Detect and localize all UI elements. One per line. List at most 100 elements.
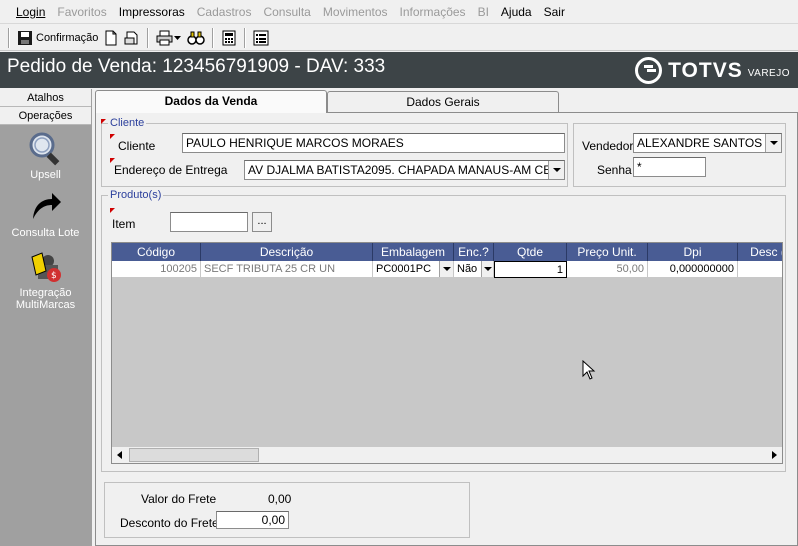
totvs-logo: TOTVS VAREJO bbox=[635, 57, 790, 84]
totais-group: Valor do Frete 0,00 Desconto do Frete 0,… bbox=[104, 482, 470, 538]
senha-label: Senha bbox=[597, 163, 632, 177]
column-header-qtde[interactable]: Qtde bbox=[494, 243, 567, 261]
chevron-down-icon[interactable] bbox=[481, 261, 493, 277]
desconto-frete-input[interactable]: 0,00 bbox=[216, 511, 289, 529]
cliente-label: Cliente bbox=[118, 139, 156, 153]
print-button[interactable] bbox=[153, 27, 184, 49]
left-sidebar: Atalhos Operações Upsell Consulta Lote $… bbox=[0, 89, 92, 546]
binoculars-icon bbox=[187, 31, 206, 45]
menu-cadastros[interactable]: Cadastros bbox=[191, 0, 258, 24]
sidebar-item-consulta-lote[interactable]: Consulta Lote bbox=[0, 189, 91, 239]
toolbar-separator bbox=[147, 27, 150, 48]
desconto-frete-label: Desconto do Frete bbox=[120, 516, 219, 530]
list-button[interactable] bbox=[250, 27, 272, 49]
vendedor-group: Vendedor ALEXANDRE SANTOS FF Senha * bbox=[573, 123, 786, 187]
enc-value: Não bbox=[457, 263, 478, 275]
item-label: Item bbox=[112, 217, 136, 231]
cell-descricao: SECF TRIBUTA 25 CR UN bbox=[201, 261, 373, 278]
vendedor-value: ALEXANDRE SANTOS FF bbox=[637, 136, 781, 150]
required-marker bbox=[110, 208, 115, 213]
chevron-down-icon[interactable] bbox=[548, 161, 564, 179]
calculator-button[interactable] bbox=[218, 27, 240, 49]
menu-favoritos[interactable]: Favoritos bbox=[51, 0, 112, 24]
confirm-button[interactable]: Confirmação bbox=[14, 27, 101, 49]
tab-content: Cliente Cliente PAULO HENRIQUE MARCOS MO… bbox=[95, 112, 798, 546]
menu-bi[interactable]: BI bbox=[472, 0, 495, 24]
toolbar-separator bbox=[244, 27, 247, 48]
column-header-enc[interactable]: Enc.? bbox=[454, 243, 494, 261]
totvs-logo-icon bbox=[635, 57, 663, 84]
sidebar-item-upsell[interactable]: Upsell bbox=[0, 131, 91, 181]
list-icon bbox=[253, 30, 269, 45]
tab-dados-gerais[interactable]: Dados Gerais bbox=[327, 91, 559, 113]
toolbar-separator bbox=[8, 27, 10, 48]
horizontal-scrollbar[interactable] bbox=[112, 446, 782, 463]
menu-ajuda[interactable]: Ajuda bbox=[495, 0, 538, 24]
column-header-codigo[interactable]: Código bbox=[112, 243, 201, 261]
column-header-dpi[interactable]: Dpi bbox=[648, 243, 738, 261]
cell-codigo: 100205 bbox=[112, 261, 201, 278]
page-title: Pedido de Venda: 123456791909 - DAV: 333 bbox=[7, 56, 386, 77]
dropdown-arrow-icon bbox=[174, 35, 182, 40]
calculator-icon bbox=[222, 30, 236, 45]
endereco-select[interactable]: AV DJALMA BATISTA2095. CHAPADA MANAUS-AM… bbox=[244, 160, 565, 180]
printer-icon bbox=[156, 30, 173, 45]
valor-frete-label: Valor do Frete bbox=[141, 492, 217, 506]
cell-desc: 0 bbox=[738, 261, 782, 278]
sidebar-tab-operacoes[interactable]: Operações bbox=[0, 107, 91, 125]
logo-subtitle: VAREJO bbox=[747, 67, 790, 79]
cell-enc[interactable]: Não bbox=[454, 261, 494, 278]
menu-sair[interactable]: Sair bbox=[538, 0, 571, 24]
toolbar-separator bbox=[212, 27, 215, 48]
item-input[interactable] bbox=[170, 212, 248, 232]
required-marker bbox=[110, 134, 115, 139]
column-header-embalagem[interactable]: Embalagem bbox=[373, 243, 454, 261]
curved-arrow-icon bbox=[32, 193, 61, 219]
column-header-descricao[interactable]: Descrição bbox=[201, 243, 373, 261]
item-lookup-button[interactable]: ... bbox=[252, 212, 272, 232]
preview-button[interactable] bbox=[121, 27, 143, 49]
column-header-preco-unit[interactable]: Preço Unit. bbox=[567, 243, 648, 261]
chevron-down-icon[interactable] bbox=[765, 134, 781, 152]
menu-login-label: Login bbox=[16, 4, 46, 19]
menu-impressoras[interactable]: Impressoras bbox=[113, 0, 191, 24]
toolbar: Confirmação bbox=[0, 25, 798, 51]
new-document-button[interactable] bbox=[101, 27, 121, 49]
scrollbar-thumb[interactable] bbox=[129, 448, 259, 462]
produtos-group-label: Produto(s) bbox=[108, 188, 164, 202]
cliente-group-label: Cliente bbox=[108, 116, 147, 130]
vendedor-label: Vendedor bbox=[582, 139, 634, 153]
cliente-input[interactable]: PAULO HENRIQUE MARCOS MORAES bbox=[182, 133, 565, 153]
scroll-right-icon[interactable] bbox=[766, 447, 782, 463]
sidebar-operations-panel: Upsell Consulta Lote $ Integração MultiM… bbox=[0, 125, 91, 546]
tab-dados-da-venda[interactable]: Dados da Venda bbox=[95, 90, 327, 113]
floppy-disk-icon bbox=[18, 30, 32, 45]
sidebar-item-label: Consulta Lote bbox=[11, 227, 80, 239]
valor-frete-value: 0,00 bbox=[268, 492, 292, 506]
find-button[interactable] bbox=[184, 27, 208, 49]
cell-dpi: 0,000000000 bbox=[648, 261, 738, 278]
menu-login[interactable]: Login bbox=[10, 0, 51, 24]
sidebar-item-label: Integração MultiMarcas bbox=[15, 287, 76, 311]
cell-embalagem[interactable]: PC0001PC bbox=[373, 261, 454, 278]
required-marker bbox=[101, 119, 106, 124]
cliente-group: Cliente Cliente PAULO HENRIQUE MARCOS MO… bbox=[101, 116, 568, 187]
menu-bar: Login Favoritos Impressoras Cadastros Co… bbox=[0, 0, 798, 24]
senha-input[interactable]: * bbox=[633, 157, 706, 177]
menu-consulta[interactable]: Consulta bbox=[257, 0, 316, 24]
cell-qtde[interactable]: 1 bbox=[494, 261, 567, 278]
svg-text:$: $ bbox=[51, 271, 57, 281]
confirm-button-label: Confirmação bbox=[36, 31, 99, 44]
sidebar-tab-atalhos[interactable]: Atalhos bbox=[0, 89, 91, 107]
menu-movimentos[interactable]: Movimentos bbox=[317, 0, 394, 24]
print-preview-icon bbox=[124, 31, 138, 44]
vendedor-select[interactable]: ALEXANDRE SANTOS FF bbox=[633, 133, 782, 153]
chevron-down-icon[interactable] bbox=[439, 261, 453, 277]
menu-informacoes[interactable]: Informações bbox=[394, 0, 472, 24]
magnifier-icon bbox=[29, 132, 59, 166]
endereco-value: AV DJALMA BATISTA2095. CHAPADA MANAUS-AM… bbox=[248, 163, 565, 177]
column-header-desc[interactable]: Desc ( bbox=[738, 243, 782, 261]
table-row[interactable]: 100205 SECF TRIBUTA 25 CR UN PC0001PC Nã… bbox=[112, 261, 782, 278]
sidebar-item-integracao-multimarcas[interactable]: $ Integração MultiMarcas bbox=[0, 249, 91, 311]
scroll-left-icon[interactable] bbox=[112, 447, 128, 463]
